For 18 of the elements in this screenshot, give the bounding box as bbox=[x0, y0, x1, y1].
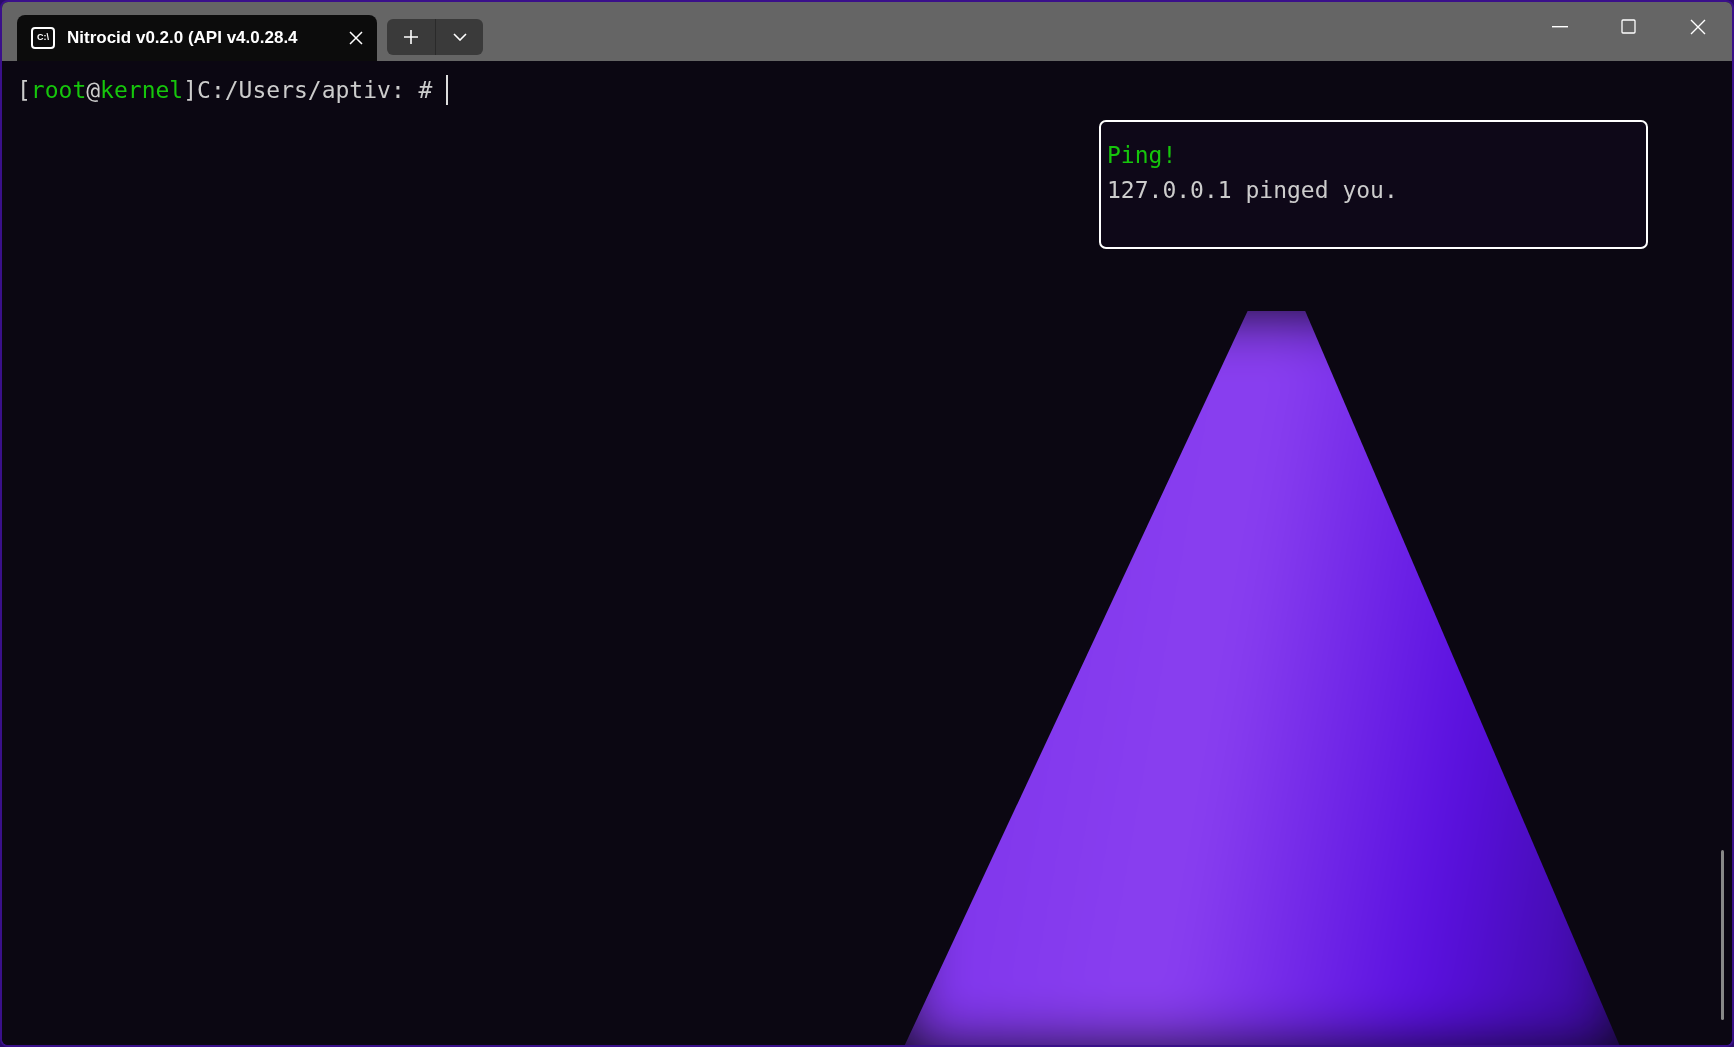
minimize-icon bbox=[1551, 25, 1568, 28]
chevron-down-icon bbox=[452, 33, 467, 41]
tab-title: Nitrocid v0.2.0 (API v4.0.28.4 bbox=[67, 27, 298, 50]
text-cursor bbox=[446, 75, 449, 106]
maximize-icon bbox=[1621, 19, 1636, 34]
prompt-text: @ bbox=[86, 76, 101, 105]
prompt-text: kernel bbox=[100, 76, 184, 105]
scrollbar-thumb[interactable] bbox=[1721, 850, 1724, 1020]
prompt-text: root bbox=[30, 76, 87, 105]
plus-icon bbox=[403, 29, 419, 45]
close-tab-icon[interactable] bbox=[349, 31, 363, 45]
prompt-text: ]C:/Users/aptiv: # bbox=[183, 76, 433, 105]
terminal-icon: C:\ bbox=[31, 27, 55, 49]
prompt-text: [ bbox=[17, 76, 31, 105]
notification-message: 127.0.0.1 pinged you. bbox=[1107, 175, 1399, 205]
close-icon bbox=[1689, 18, 1706, 35]
notification-title: Ping! bbox=[1107, 141, 1178, 170]
terminal-tab[interactable]: C:\ Nitrocid v0.2.0 (API v4.0.28.4 bbox=[17, 15, 377, 61]
